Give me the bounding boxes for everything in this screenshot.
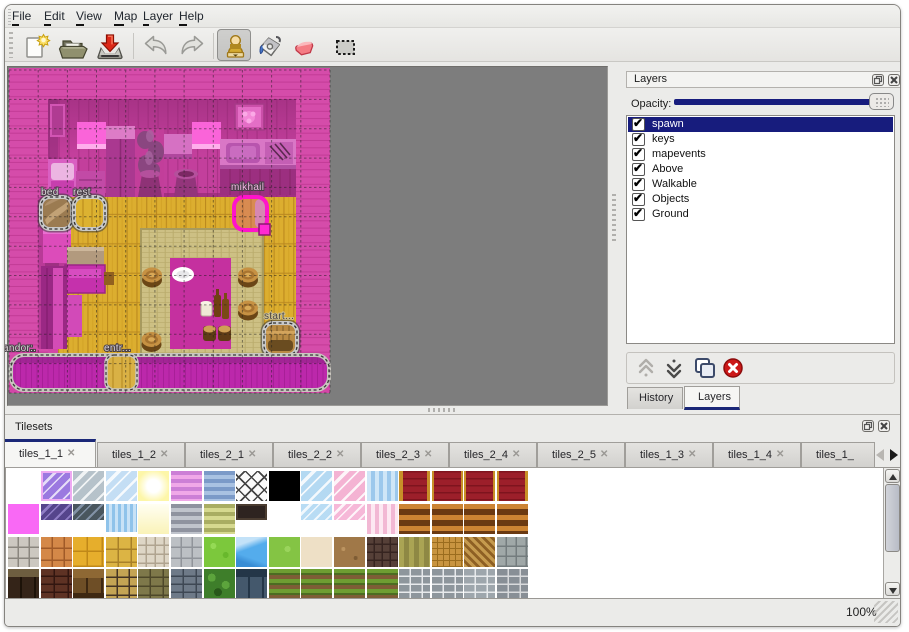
svg-text:rest: rest xyxy=(73,187,91,198)
svg-text:mikhail: mikhail xyxy=(231,182,264,193)
svg-text:bed: bed xyxy=(41,187,59,198)
svg-text:start...: start... xyxy=(264,311,294,322)
svg-text:andor:.: andor:. xyxy=(4,343,36,354)
svg-text:entr...: entr... xyxy=(104,343,131,354)
